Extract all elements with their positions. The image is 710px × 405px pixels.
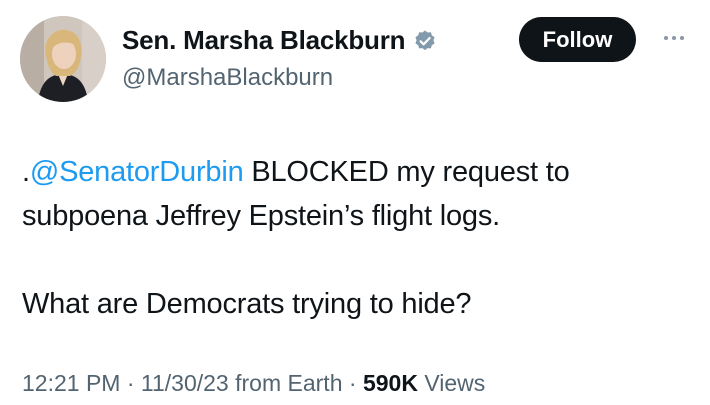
tweet-body: .@SenatorDurbin BLOCKED my request to su…: [22, 150, 692, 326]
more-options-button[interactable]: [656, 28, 692, 48]
profile-photo-icon: [20, 16, 106, 102]
author-display-name[interactable]: Sen. Marsha Blackburn: [122, 25, 406, 56]
tweet-meta: 12:21 PM · 11/30/23 from Earth · 590K Vi…: [22, 370, 485, 397]
tweet-date[interactable]: 11/30/23: [141, 370, 229, 396]
follow-button[interactable]: Follow: [519, 17, 636, 62]
views-count: 590K: [362, 370, 418, 396]
tweet-paragraph-1: .@SenatorDurbin BLOCKED my request to su…: [22, 150, 692, 238]
more-dot: [664, 36, 668, 40]
tweet-source: from Earth: [228, 370, 343, 396]
views-label: Views: [417, 370, 486, 396]
author-handle[interactable]: @MarshaBlackburn: [122, 64, 333, 92]
mention-link[interactable]: @SenatorDurbin: [30, 156, 244, 188]
tweet-paragraph-2: What are Democrats trying to hide?: [22, 288, 472, 320]
meta-separator: ·: [120, 370, 141, 396]
avatar[interactable]: [20, 16, 106, 102]
more-dot: [672, 36, 676, 40]
more-dot: [680, 36, 684, 40]
meta-separator: ·: [342, 370, 363, 396]
tweet-prefix: .: [22, 156, 30, 188]
tweet-card: Sen. Marsha Blackburn @MarshaBlackburn F…: [0, 0, 710, 405]
author-name-row: Sen. Marsha Blackburn: [122, 25, 437, 56]
tweet-time[interactable]: 12:21 PM: [22, 370, 120, 396]
verified-badge-icon[interactable]: [413, 29, 437, 53]
